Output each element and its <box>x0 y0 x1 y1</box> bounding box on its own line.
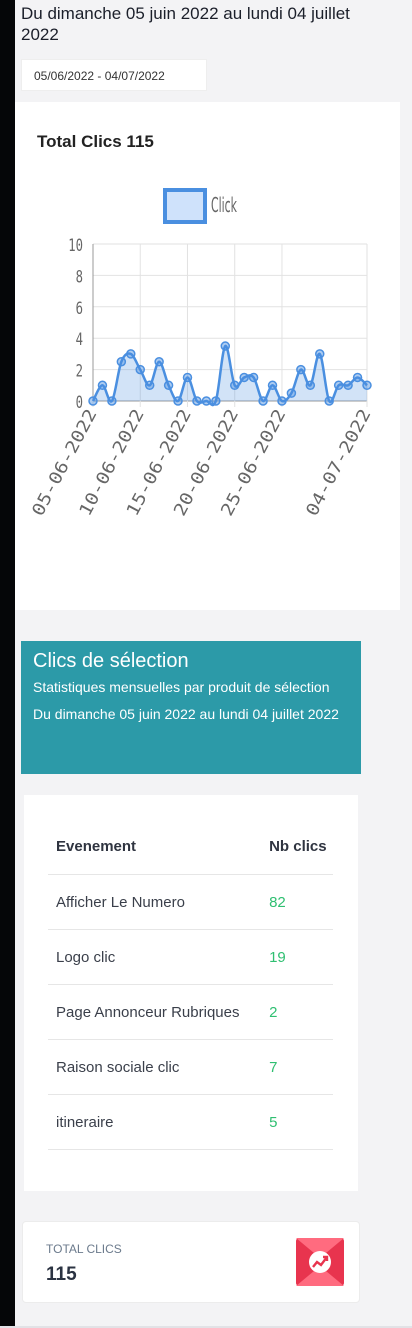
stats-table: Evenement Nb clics Afficher Le Numero 82… <box>48 819 333 1150</box>
chart-card: Total Clics 115 0 2 4 6 8 10 05-06-2022 10-06-2… <box>15 102 400 610</box>
data-point <box>315 349 325 359</box>
event-name: Logo clic <box>48 929 258 985</box>
total-value: 115 <box>46 1264 77 1285</box>
data-point <box>258 396 268 406</box>
click-count: 5 <box>257 1094 333 1150</box>
y-tick-label: 8 <box>76 267 83 287</box>
click-count: 19 <box>257 929 333 985</box>
event-name: Page Annonceur Rubriques <box>48 984 258 1040</box>
data-point <box>296 364 306 375</box>
click-count: 82 <box>257 874 333 930</box>
data-point <box>192 396 202 406</box>
data-point <box>97 380 108 391</box>
data-point <box>248 372 259 383</box>
data-point <box>324 396 334 406</box>
stats-card: Evenement Nb clics Afficher Le Numero 82… <box>24 795 358 1191</box>
event-name: Raison sociale clic <box>48 1039 258 1095</box>
data-point <box>229 380 240 391</box>
data-point <box>107 396 117 406</box>
page-title: Du dimanche 05 juin 2022 au lundi 04 jui… <box>21 4 350 44</box>
data-point <box>220 341 231 351</box>
y-tick-label: 2 <box>76 362 83 382</box>
data-point <box>267 380 278 391</box>
event-name: Afficher Le Numero <box>48 874 258 930</box>
total-label: TOTAL CLICS <box>46 1242 122 1256</box>
table-header-row: Evenement Nb clics <box>48 819 333 875</box>
click-count: 7 <box>257 1039 333 1095</box>
data-point <box>163 380 174 391</box>
table-row: itineraire 5 <box>48 1094 333 1150</box>
data-point <box>126 349 136 359</box>
table-row: Page Annonceur Rubriques 2 <box>48 984 333 1040</box>
table-row: Logo clic 19 <box>48 929 333 985</box>
data-point <box>239 372 249 383</box>
column-header-event: Evenement <box>48 819 258 875</box>
column-header-clicks: Nb clics <box>257 819 333 875</box>
data-point <box>154 357 164 367</box>
chart-growth-icon <box>296 1238 344 1286</box>
total-clicks-card: TOTAL CLICS 115 <box>22 1221 360 1303</box>
table-row: Afficher Le Numero 82 <box>48 874 333 930</box>
data-point <box>333 380 344 391</box>
y-tick-label: 4 <box>76 330 83 350</box>
x-tick-label: 04-07-2022 <box>302 406 375 520</box>
date-range-picker[interactable]: 05/06/2022 - 04/07/2022 <box>21 59 207 91</box>
legend-label: Click <box>211 193 237 217</box>
y-tick-label: 10 <box>68 236 83 256</box>
data-point <box>144 380 155 391</box>
data-point <box>182 372 193 383</box>
data-point <box>362 380 372 391</box>
data-point <box>88 396 98 406</box>
data-point <box>135 364 145 375</box>
data-point <box>352 372 363 383</box>
selection-banner: Clics de sélection Statistiques mensuell… <box>21 641 361 774</box>
data-point <box>277 396 287 406</box>
data-point <box>201 396 212 406</box>
clicks-line-chart: 024681005-06-202210-06-202215-06-202220-… <box>28 188 375 520</box>
table-row: Raison sociale clic 7 <box>48 1039 333 1095</box>
event-name: itineraire <box>48 1094 258 1150</box>
data-point <box>173 396 183 406</box>
click-count: 2 <box>257 984 333 1040</box>
data-point <box>211 396 221 406</box>
selection-subtitle: Statistiques mensuelles par produit de s… <box>33 679 339 722</box>
data-point <box>343 380 353 391</box>
selection-title: Clics de sélection <box>33 650 189 672</box>
data-point <box>305 380 316 391</box>
data-point <box>116 357 127 367</box>
legend-swatch <box>163 188 207 224</box>
left-edge-bar <box>0 0 15 1328</box>
data-point <box>286 388 297 398</box>
y-tick-label: 6 <box>76 299 83 319</box>
